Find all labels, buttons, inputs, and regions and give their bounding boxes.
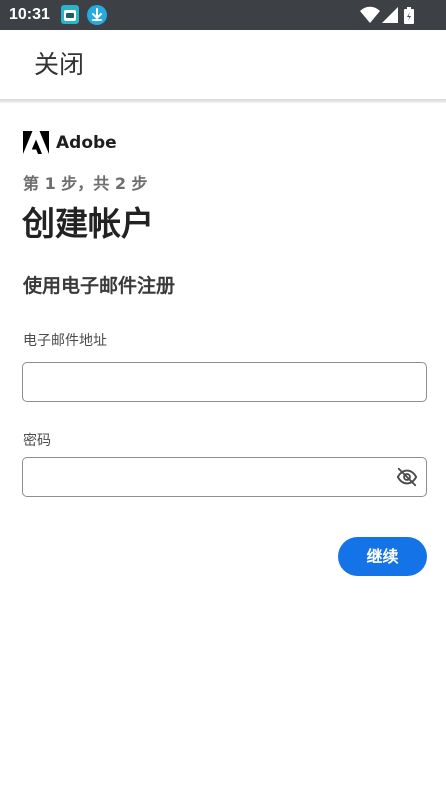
status-bar: 10:31 (0, 0, 446, 30)
eye-off-icon[interactable] (396, 466, 418, 488)
brand-name: Adobe (56, 133, 117, 153)
app-notification-icon (61, 5, 79, 24)
status-time: 10:31 (9, 6, 50, 23)
cellular-signal-icon (382, 7, 398, 23)
password-label: 密码 (23, 433, 51, 449)
email-input[interactable] (33, 369, 388, 395)
download-icon (87, 5, 107, 25)
password-input[interactable] (33, 464, 388, 490)
email-label: 电子邮件地址 (23, 333, 107, 349)
step-indicator: 第 1 步，共 2 步 (23, 174, 148, 193)
app-bar: 关闭 (0, 30, 446, 100)
page-title: 创建帐户 (22, 204, 154, 243)
battery-icon (404, 7, 414, 24)
app-bar-divider (0, 99, 446, 103)
adobe-logo-icon (23, 131, 49, 154)
email-field[interactable] (22, 362, 427, 402)
password-field[interactable] (22, 457, 427, 497)
system-status-icons (360, 6, 414, 24)
wifi-icon (360, 6, 380, 24)
continue-button[interactable]: 继续 (338, 537, 427, 576)
section-heading: 使用电子邮件注册 (23, 275, 176, 297)
close-button[interactable]: 关闭 (34, 49, 84, 81)
